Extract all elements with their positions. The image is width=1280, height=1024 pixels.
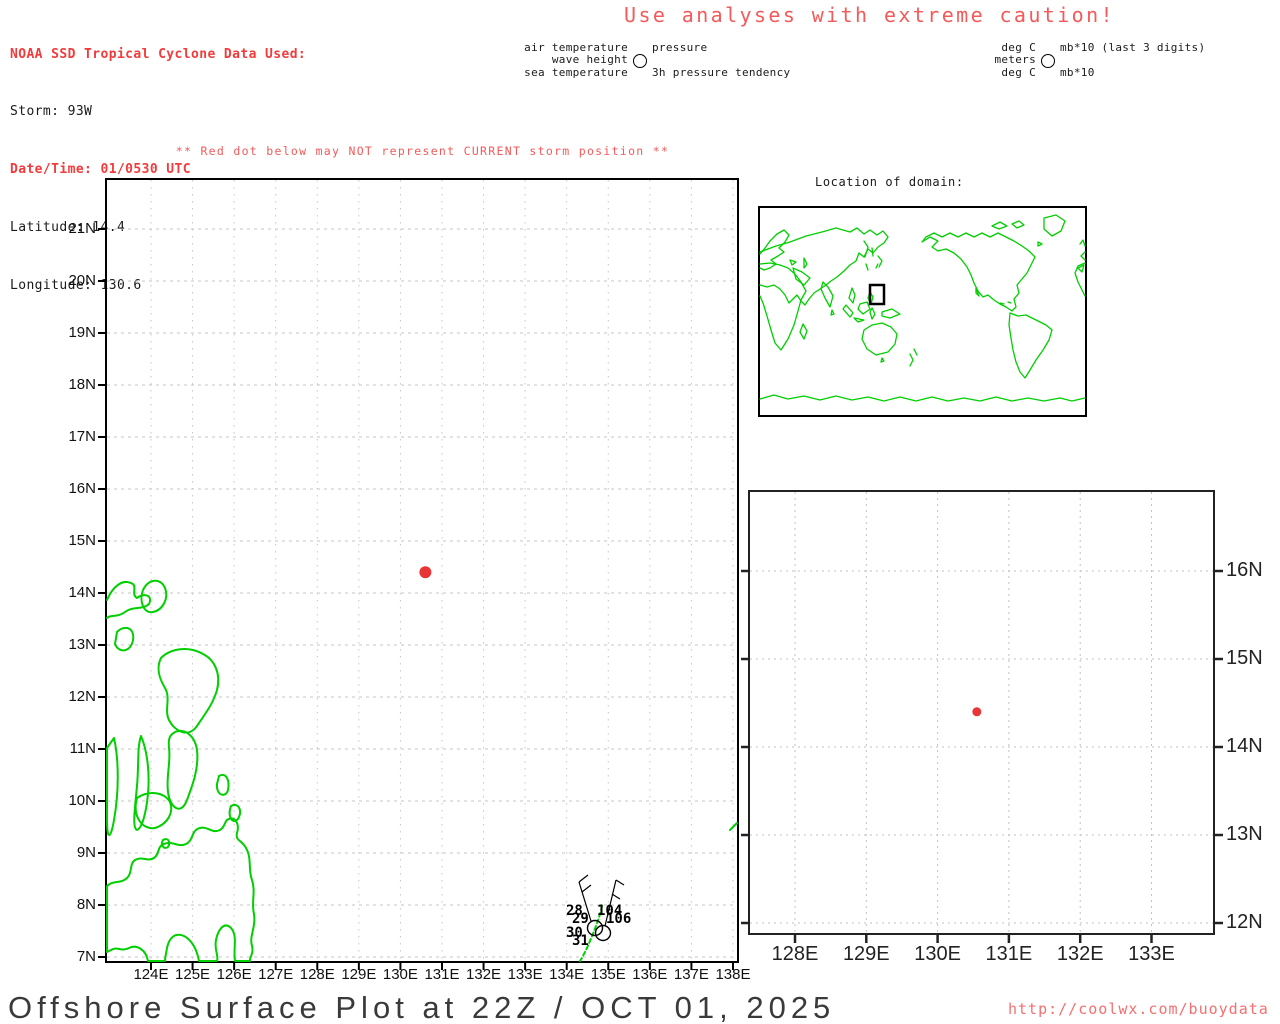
zoom-x-tick-label: 133E xyxy=(1128,943,1175,965)
y-tick-label: 11N xyxy=(69,740,96,757)
plot-title: Offshore Surface Plot at 22Z / OCT 01, 2… xyxy=(8,990,836,1024)
legend-pressure: pressure xyxy=(652,41,708,54)
world-locator-map xyxy=(759,214,1086,402)
zoom-map-gridlines xyxy=(750,492,1213,933)
units-wave-meters: meters xyxy=(994,53,1036,66)
y-tick-label: 20N xyxy=(68,272,96,289)
y-tick-label: 9N xyxy=(76,844,96,861)
world-coastlines xyxy=(759,214,1086,402)
zoom-y-tick-label: 16N xyxy=(1226,559,1263,581)
units-sea-degc: deg C xyxy=(1001,66,1036,79)
y-tick-label: 17N xyxy=(68,428,96,445)
coastline-edge-fragment xyxy=(729,822,738,831)
y-tick-label: 16N xyxy=(68,480,96,497)
zoom-y-tick-label: 14N xyxy=(1226,735,1263,757)
main-map xyxy=(98,180,738,970)
offshore-surface-plot-page: NOAA SSD Tropical Cyclone Data Used: Sto… xyxy=(0,0,1280,1024)
units-pressure: mb*10 (last 3 digits) xyxy=(1060,41,1206,54)
zoom-x-tick-label: 131E xyxy=(985,943,1033,965)
zoom-y-tick-label: 15N xyxy=(1226,647,1263,669)
zoom-x-tick-label: 130E xyxy=(914,943,961,965)
coastlines-philippines xyxy=(106,579,738,962)
domain-inset-title: Location of domain: xyxy=(815,175,964,189)
station-2-air-value: 29 xyxy=(572,911,589,927)
units-circle-icon xyxy=(1041,54,1055,68)
zoom-x-tick-label: 132E xyxy=(1056,943,1104,965)
y-tick-label: 19N xyxy=(68,324,96,341)
y-tick-label: 18N xyxy=(68,376,96,393)
zoom-x-tick-label: 128E xyxy=(771,943,819,965)
storm-id-line: Storm: 93W xyxy=(10,104,93,120)
main-map-ticks xyxy=(98,228,734,970)
zoom-y-tick-label: 13N xyxy=(1226,823,1263,845)
y-tick-label: 8N xyxy=(76,896,96,913)
x-tick-label: 138E xyxy=(715,966,751,983)
units-tendency: mb*10 xyxy=(1060,66,1095,79)
noaa-data-line: NOAA SSD Tropical Cyclone Data Used: xyxy=(10,46,307,62)
caution-headline: Use analyses with extreme caution! xyxy=(624,3,1115,27)
zoom-map-ticks xyxy=(741,569,1223,943)
legend-wave-height: wave height xyxy=(551,53,628,66)
zoom-map xyxy=(741,492,1223,943)
y-tick-label: 12N xyxy=(68,688,96,705)
storm-position-dot xyxy=(419,566,432,579)
source-url[interactable]: http://coolwx.com/buoydata xyxy=(1008,1000,1269,1018)
legend-pressure-tendency: 3h pressure tendency xyxy=(652,66,791,79)
zoom-storm-position-dot xyxy=(972,707,982,717)
storm-position-warning: ** Red dot below may NOT represent CURRE… xyxy=(175,144,670,158)
y-tick-label: 21N xyxy=(68,220,96,237)
y-tick-label: 13N xyxy=(68,636,96,653)
zoom-x-tick-label: 129E xyxy=(842,943,890,965)
zoom-y-tick-label: 12N xyxy=(1226,911,1263,933)
station-circle-icon xyxy=(633,54,647,68)
station-2-pressure-value: 106 xyxy=(606,911,632,927)
y-tick-label: 15N xyxy=(68,532,96,549)
station-2-sea-value: 31 xyxy=(572,933,589,949)
legend-sea-temperature: sea temperature xyxy=(524,66,628,79)
y-tick-label: 7N xyxy=(76,948,96,965)
y-tick-label: 14N xyxy=(68,584,96,601)
y-tick-label: 10N xyxy=(68,792,96,809)
datetime-line: Date/Time: 01/0530 UTC xyxy=(10,162,191,178)
